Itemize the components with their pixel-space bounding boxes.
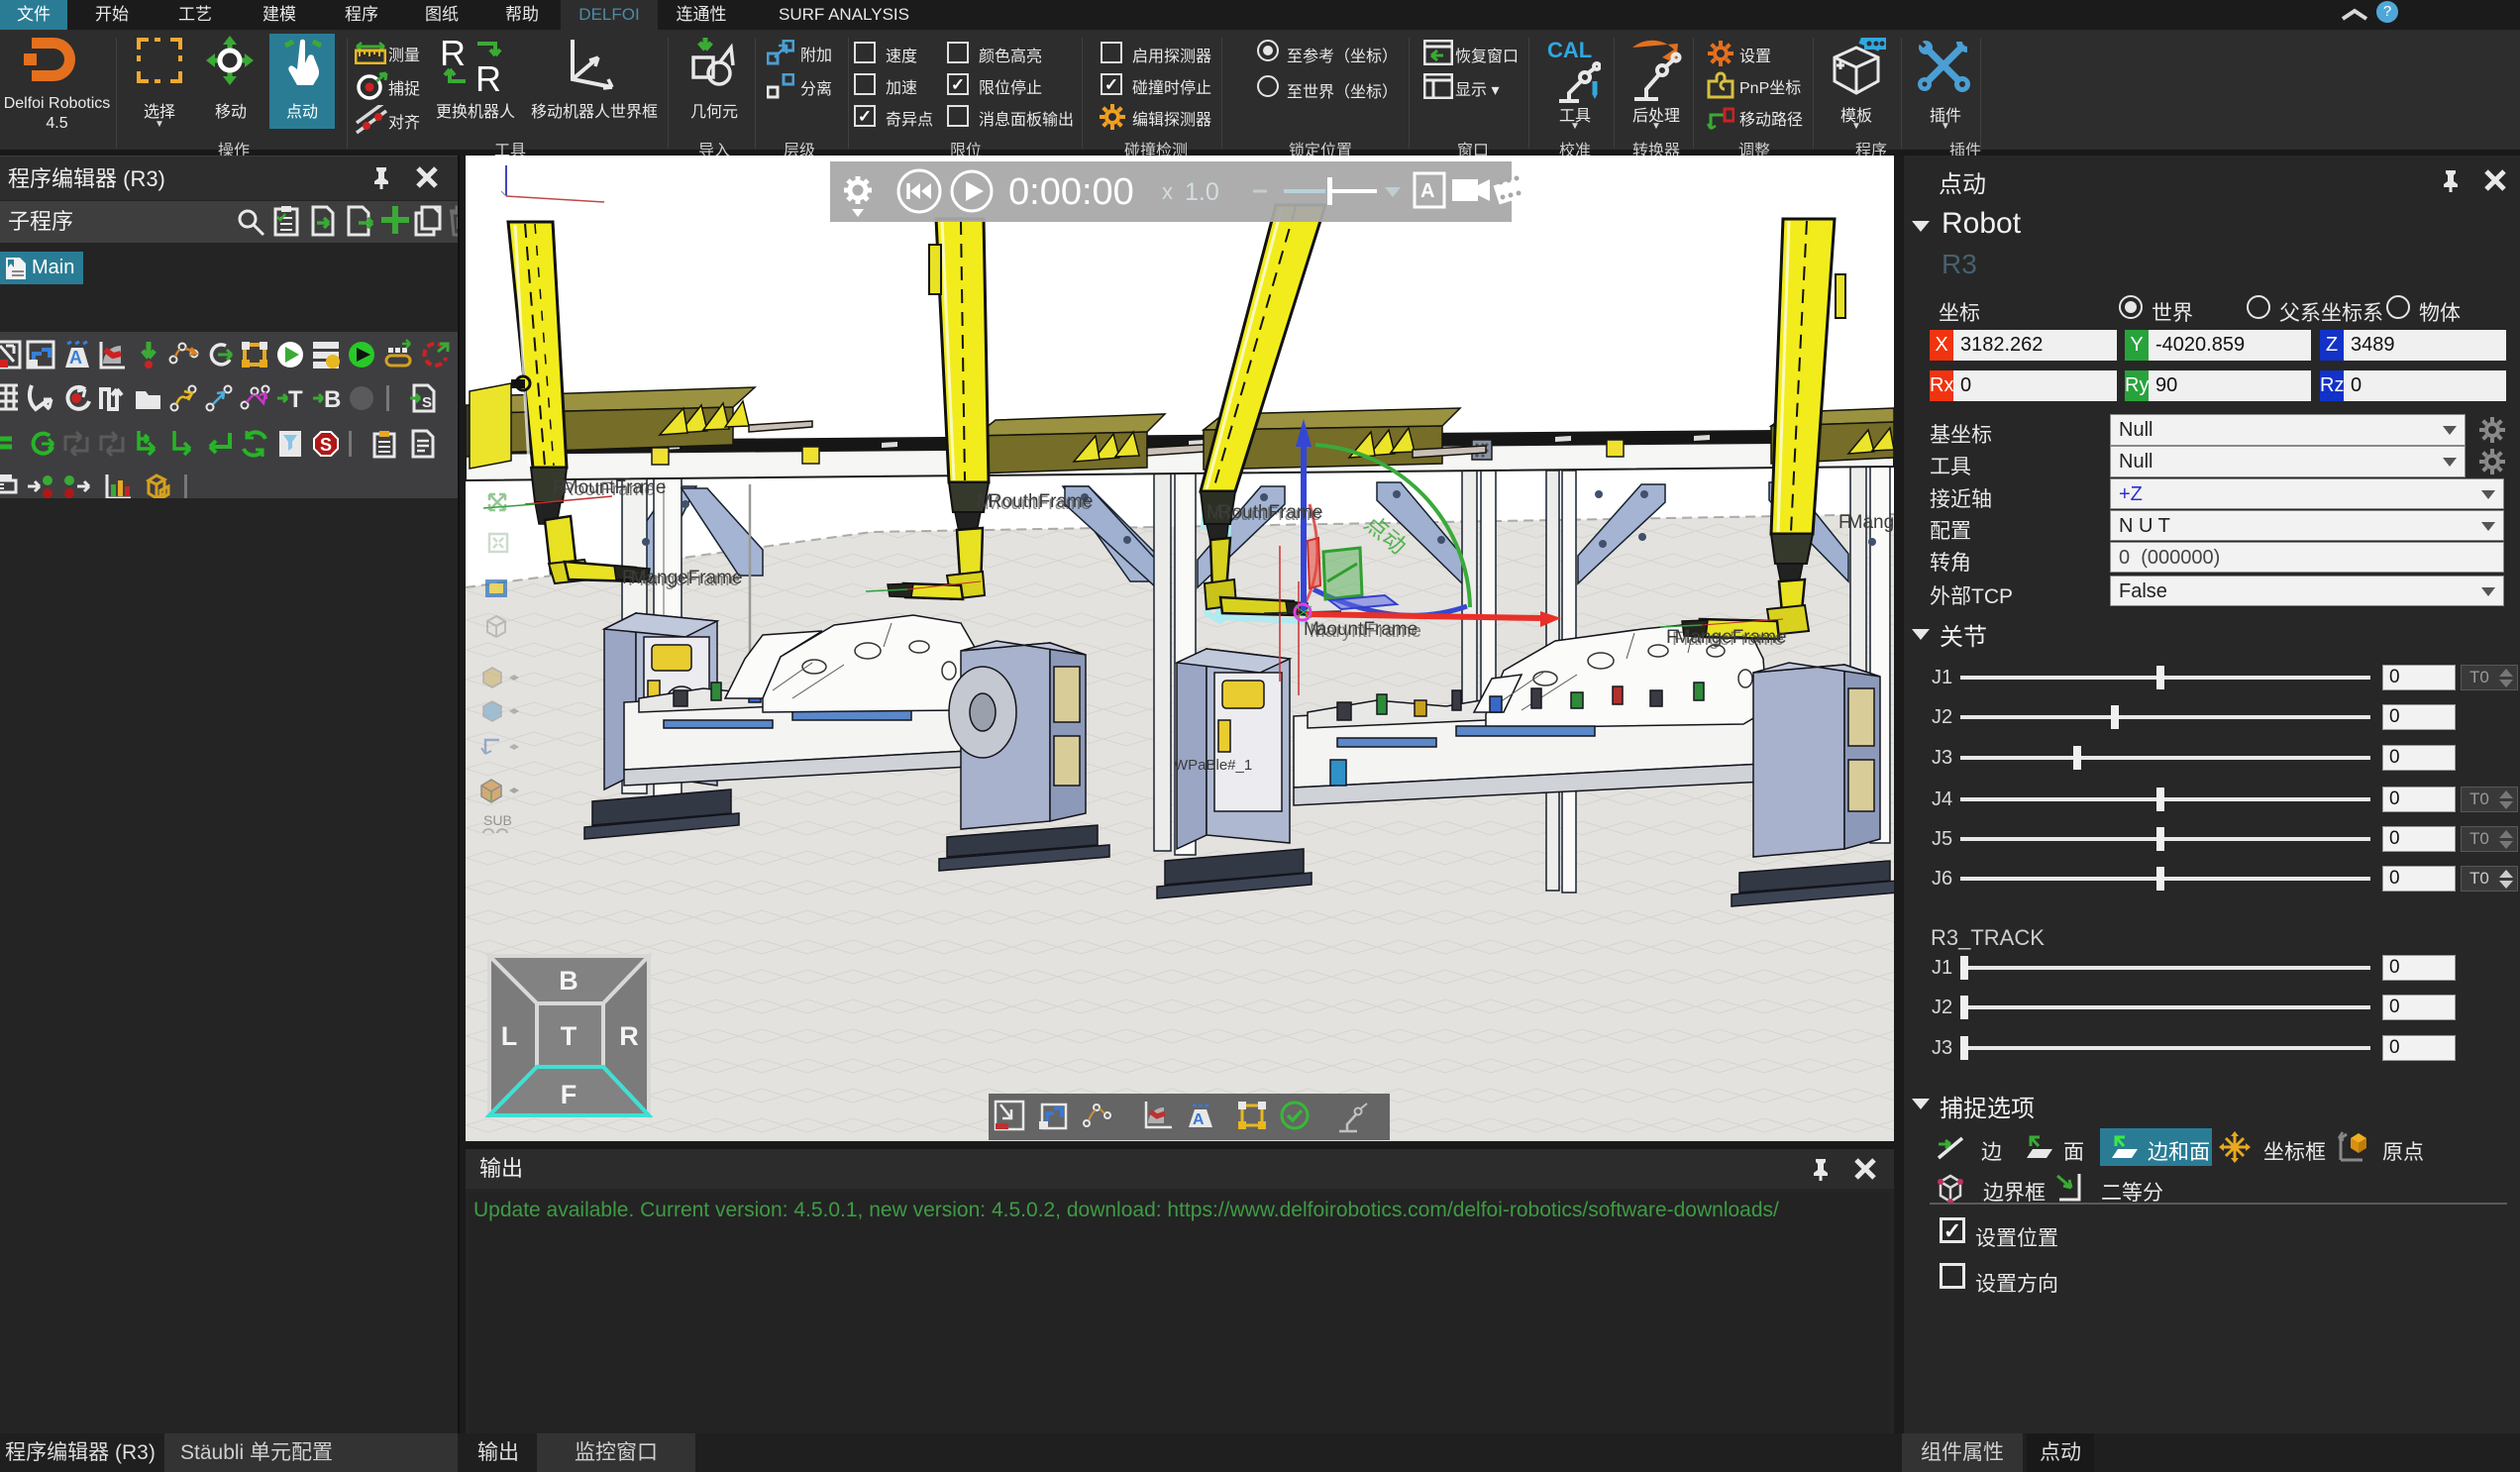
svg-text:L: L xyxy=(501,1021,518,1051)
svg-text:F: F xyxy=(561,1080,578,1109)
svg-text:S: S xyxy=(422,394,432,411)
svg-text:R: R xyxy=(475,58,501,93)
svg-text:WPaBle#_1: WPaBle#_1 xyxy=(1174,757,1252,774)
svg-text:FMangeFr: FMangeFr xyxy=(1838,512,1894,533)
svg-text:T: T xyxy=(561,1021,578,1051)
svg-text:SUB: SUB xyxy=(483,812,512,828)
svg-text:0:00:00: 0:00:00 xyxy=(1008,171,1134,213)
svg-text:x: x xyxy=(1162,179,1173,204)
svg-text:FlangeFrame: FlangeFrame xyxy=(628,570,740,590)
svg-text:R: R xyxy=(619,1021,639,1051)
svg-text:A: A xyxy=(69,348,82,368)
svg-text:B: B xyxy=(324,386,341,413)
svg-text:MaryntFrame: MaryntFrame xyxy=(1310,621,1421,642)
svg-text:MountFrame: MountFrame xyxy=(985,493,1092,514)
svg-text:R: R xyxy=(440,36,466,73)
svg-text:FlangeFrame: FlangeFrame xyxy=(1672,629,1784,650)
svg-text:T: T xyxy=(288,386,303,413)
svg-text:RootFrame: RootFrame xyxy=(561,479,655,500)
svg-text:S: S xyxy=(320,435,332,455)
svg-text:A: A xyxy=(1193,1111,1205,1128)
svg-text:A: A xyxy=(1420,180,1434,202)
svg-text:1.0: 1.0 xyxy=(1185,178,1219,206)
svg-text:B: B xyxy=(559,966,578,996)
svg-text:MountFrame: MountFrame xyxy=(1214,504,1321,525)
